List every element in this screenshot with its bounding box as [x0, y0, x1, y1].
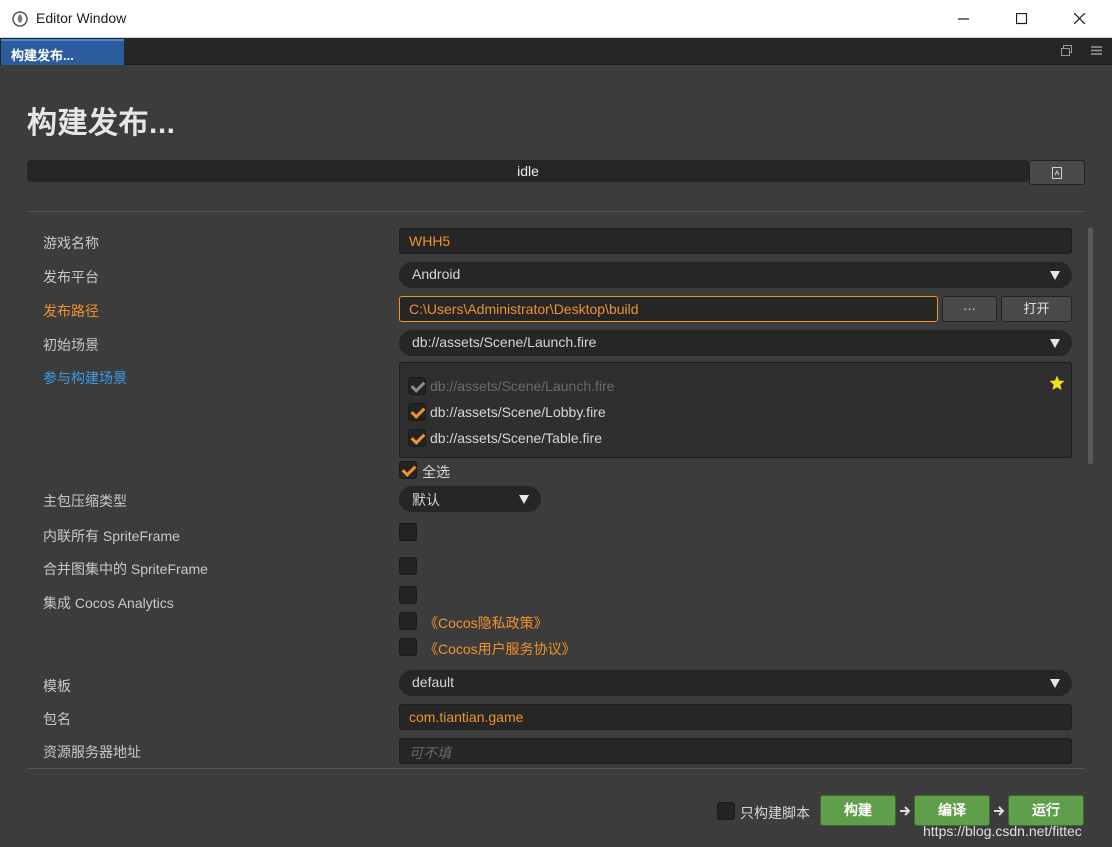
start-scene-label: 初始场景: [43, 337, 99, 353]
run-button[interactable]: 运行: [1008, 795, 1084, 826]
start-scene-value: db://assets/Scene/Launch.fire: [412, 334, 597, 350]
build-button[interactable]: 构建: [820, 795, 896, 826]
build-scenes-label: 参与构建场景: [43, 370, 127, 386]
compression-label: 主包压缩类型: [43, 493, 127, 509]
scene-checkbox[interactable]: [408, 403, 426, 421]
template-label: 模板: [43, 678, 71, 694]
scene-checkbox[interactable]: [408, 429, 426, 447]
service-agreement-link[interactable]: 《Cocos用户服务协议》: [424, 639, 576, 659]
merge-spriteframe-label: 合并图集中的 SpriteFrame: [43, 561, 208, 577]
dropdown-arrow-icon: [519, 495, 529, 504]
build-scenes-list: db://assets/Scene/Launch.fire db://asset…: [399, 362, 1072, 458]
resource-server-label: 资源服务器地址: [43, 744, 141, 760]
merge-spriteframe-checkbox[interactable]: [399, 557, 417, 575]
footer-divider: [27, 768, 1085, 769]
build-progress-bar: idle: [27, 160, 1029, 182]
window-title: Editor Window: [36, 10, 127, 26]
star-icon: [1049, 375, 1065, 396]
dropdown-arrow-icon: [1050, 339, 1060, 348]
documentation-button[interactable]: [1029, 160, 1085, 185]
package-name-input[interactable]: com.tiantian.game: [399, 704, 1072, 730]
resource-server-input[interactable]: 可不填: [399, 738, 1072, 764]
build-path-label: 发布路径: [43, 303, 99, 319]
privacy-policy-link[interactable]: 《Cocos隐私政策》: [424, 613, 548, 633]
scene-checkbox: [408, 377, 426, 395]
privacy-policy-checkbox[interactable]: [399, 612, 417, 630]
compile-button[interactable]: 编译: [914, 795, 990, 826]
close-button[interactable]: [1051, 0, 1109, 38]
inline-spriteframe-checkbox[interactable]: [399, 523, 417, 541]
template-select[interactable]: default: [399, 670, 1072, 696]
page-title: 构建发布...: [27, 107, 176, 140]
top-divider: [27, 211, 1085, 212]
browse-path-button[interactable]: ···: [942, 296, 997, 322]
platform-value: Android: [412, 266, 461, 282]
package-name-label: 包名: [43, 711, 71, 727]
service-agreement-checkbox[interactable]: [399, 638, 417, 656]
arrow-right-icon: [993, 804, 1007, 818]
minimize-button[interactable]: [935, 0, 993, 38]
menu-icon[interactable]: [1090, 44, 1104, 58]
analytics-label: 集成 Cocos Analytics: [43, 595, 174, 611]
dropdown-arrow-icon: [1050, 679, 1060, 688]
scene-path: db://assets/Scene/Table.fire: [430, 430, 602, 446]
open-path-button[interactable]: 打开: [1001, 296, 1072, 322]
footer-bar: 只构建脚本 构建 编译 运行 https://blog.csdn.net/fit…: [0, 768, 1112, 847]
analytics-checkbox[interactable]: [399, 586, 417, 604]
maximize-button[interactable]: [993, 0, 1051, 38]
dropdown-arrow-icon: [1050, 271, 1060, 280]
build-status-text: idle: [517, 163, 539, 179]
platform-label: 发布平台: [43, 269, 99, 285]
scene-path: db://assets/Scene/Lobby.fire: [430, 404, 606, 420]
close-icon: [1074, 13, 1086, 25]
start-scene-select[interactable]: db://assets/Scene/Launch.fire: [399, 330, 1072, 356]
script-only-checkbox[interactable]: [717, 802, 735, 820]
compression-value: 默认: [412, 492, 440, 508]
window-title-bar: Editor Window: [0, 0, 1112, 38]
document-icon: [1052, 166, 1062, 179]
build-path-input[interactable]: C:\Users\Administrator\Desktop\build: [399, 296, 938, 322]
maximize-icon: [1016, 13, 1028, 25]
script-only-label: 只构建脚本: [740, 805, 810, 821]
inline-spriteframe-label: 内联所有 SpriteFrame: [43, 528, 180, 544]
cocos-app-icon: [12, 11, 28, 27]
compression-select[interactable]: 默认: [399, 486, 541, 512]
platform-select[interactable]: Android: [399, 262, 1072, 288]
game-name-input[interactable]: WHH5: [399, 228, 1072, 254]
select-all-checkbox[interactable]: [399, 461, 417, 479]
game-name-label: 游戏名称: [43, 235, 99, 251]
scene-path: db://assets/Scene/Launch.fire: [430, 378, 615, 394]
tab-build[interactable]: 构建发布...: [1, 39, 124, 65]
scrollbar[interactable]: [1088, 228, 1093, 464]
watermark: https://blog.csdn.net/fittec: [923, 823, 1082, 839]
select-all-label: 全选: [422, 464, 450, 480]
template-value: default: [412, 674, 455, 690]
minimize-icon: [958, 18, 969, 20]
build-panel: 构建发布... idle 游戏名称 WHH5 发布平台 Android 发布路径…: [0, 65, 1112, 847]
scroll-clip: 资源服务器地址 可不填: [0, 733, 1112, 768]
popout-icon[interactable]: [1060, 44, 1074, 58]
arrow-right-icon: [899, 804, 913, 818]
tab-strip: 构建发布...: [0, 38, 1112, 65]
